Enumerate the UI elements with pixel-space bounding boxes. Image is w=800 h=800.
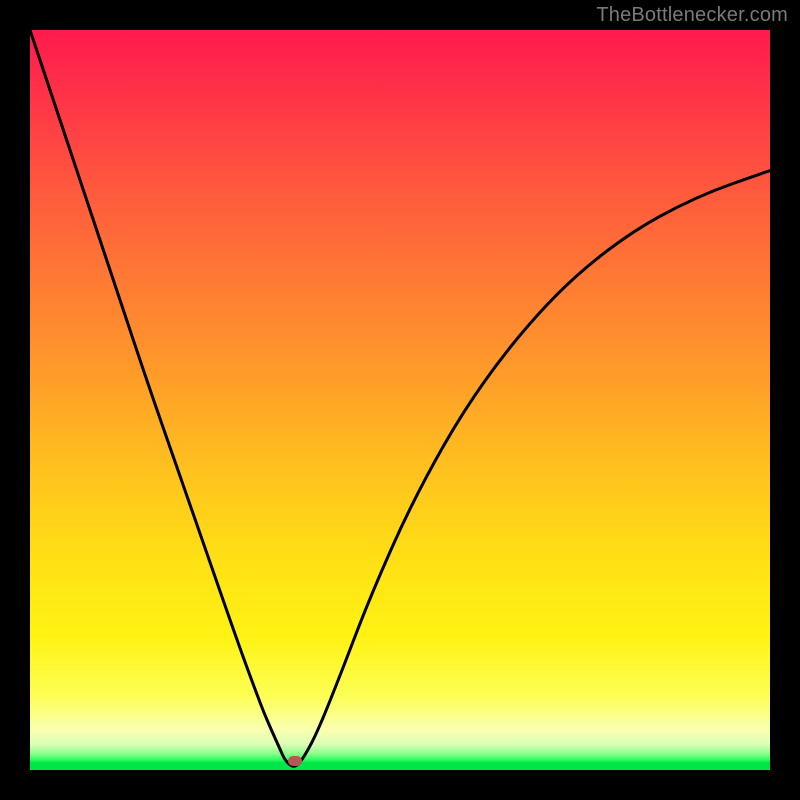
bottleneck-curve [30, 30, 770, 770]
chart-frame: TheBottlenecker.com [0, 0, 800, 800]
attribution-text: TheBottlenecker.com [596, 4, 788, 27]
optimum-marker [288, 756, 302, 766]
plot-area [30, 30, 770, 770]
curve-path [30, 30, 770, 766]
